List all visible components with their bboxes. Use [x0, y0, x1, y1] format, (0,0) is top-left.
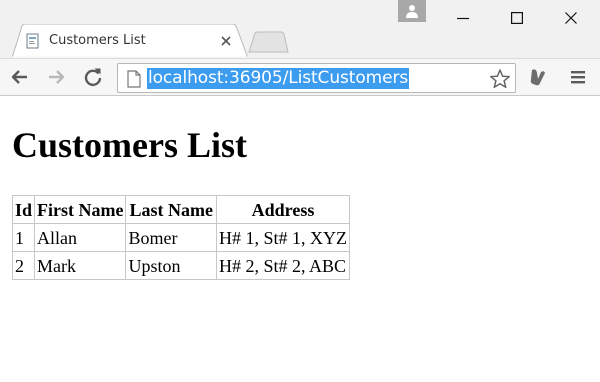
- window-titlebar: Customers List: [0, 0, 600, 58]
- profile-button[interactable]: [398, 0, 426, 22]
- maximize-icon: [511, 12, 523, 24]
- column-header-last-name: Last Name: [125, 195, 217, 224]
- menu-icon[interactable]: [568, 67, 588, 87]
- arrow-right-icon[interactable]: [46, 67, 66, 87]
- user-icon: [406, 5, 418, 18]
- page-favicon-icon: [26, 33, 39, 49]
- address-bar[interactable]: localhost:36905/ListCustomers: [117, 63, 516, 93]
- close-icon: [565, 12, 577, 24]
- cell-first-name: Mark: [34, 251, 127, 280]
- cell-address: H# 1, St# 1, XYZ: [215, 223, 351, 252]
- cell-id: 1: [11, 223, 36, 252]
- customers-table: Id First Name Last Name Address 1 Allan …: [11, 195, 351, 280]
- extension-icon[interactable]: [527, 67, 549, 87]
- minimize-button[interactable]: [438, 0, 488, 36]
- table-row: 1 Allan Bomer H# 1, St# 1, XYZ: [11, 223, 351, 252]
- arrow-left-icon[interactable]: [10, 67, 30, 87]
- table-row: 2 Mark Upston H# 2, St# 2, ABC: [11, 251, 351, 280]
- cell-id: 2: [11, 251, 36, 280]
- star-icon[interactable]: [489, 68, 511, 90]
- cell-last-name: Upston: [125, 251, 217, 280]
- cell-last-name: Bomer: [125, 223, 217, 252]
- reload-icon[interactable]: [83, 67, 103, 87]
- cell-address: H# 2, St# 2, ABC: [215, 251, 351, 280]
- column-header-address: Address: [215, 195, 351, 224]
- column-header-first-name: First Name: [34, 195, 127, 224]
- table-header-row: Id First Name Last Name Address: [11, 195, 351, 224]
- close-icon[interactable]: [218, 33, 234, 49]
- column-header-id: Id: [11, 195, 36, 224]
- page-icon[interactable]: [126, 70, 142, 88]
- maximize-button[interactable]: [492, 0, 542, 36]
- tab-customers-list[interactable]: Customers List: [12, 24, 248, 58]
- tab-title: Customers List: [49, 33, 146, 48]
- page-title: Customers List: [12, 125, 247, 165]
- browser-toolbar: localhost:36905/ListCustomers: [0, 58, 600, 96]
- page-content: Customers List Id First Name Last Name A…: [0, 97, 600, 382]
- window-close-button[interactable]: [546, 0, 596, 36]
- url-text[interactable]: localhost:36905/ListCustomers: [147, 68, 410, 89]
- minimize-icon: [457, 17, 469, 20]
- new-tab-button[interactable]: [246, 31, 290, 53]
- cell-first-name: Allan: [34, 223, 127, 252]
